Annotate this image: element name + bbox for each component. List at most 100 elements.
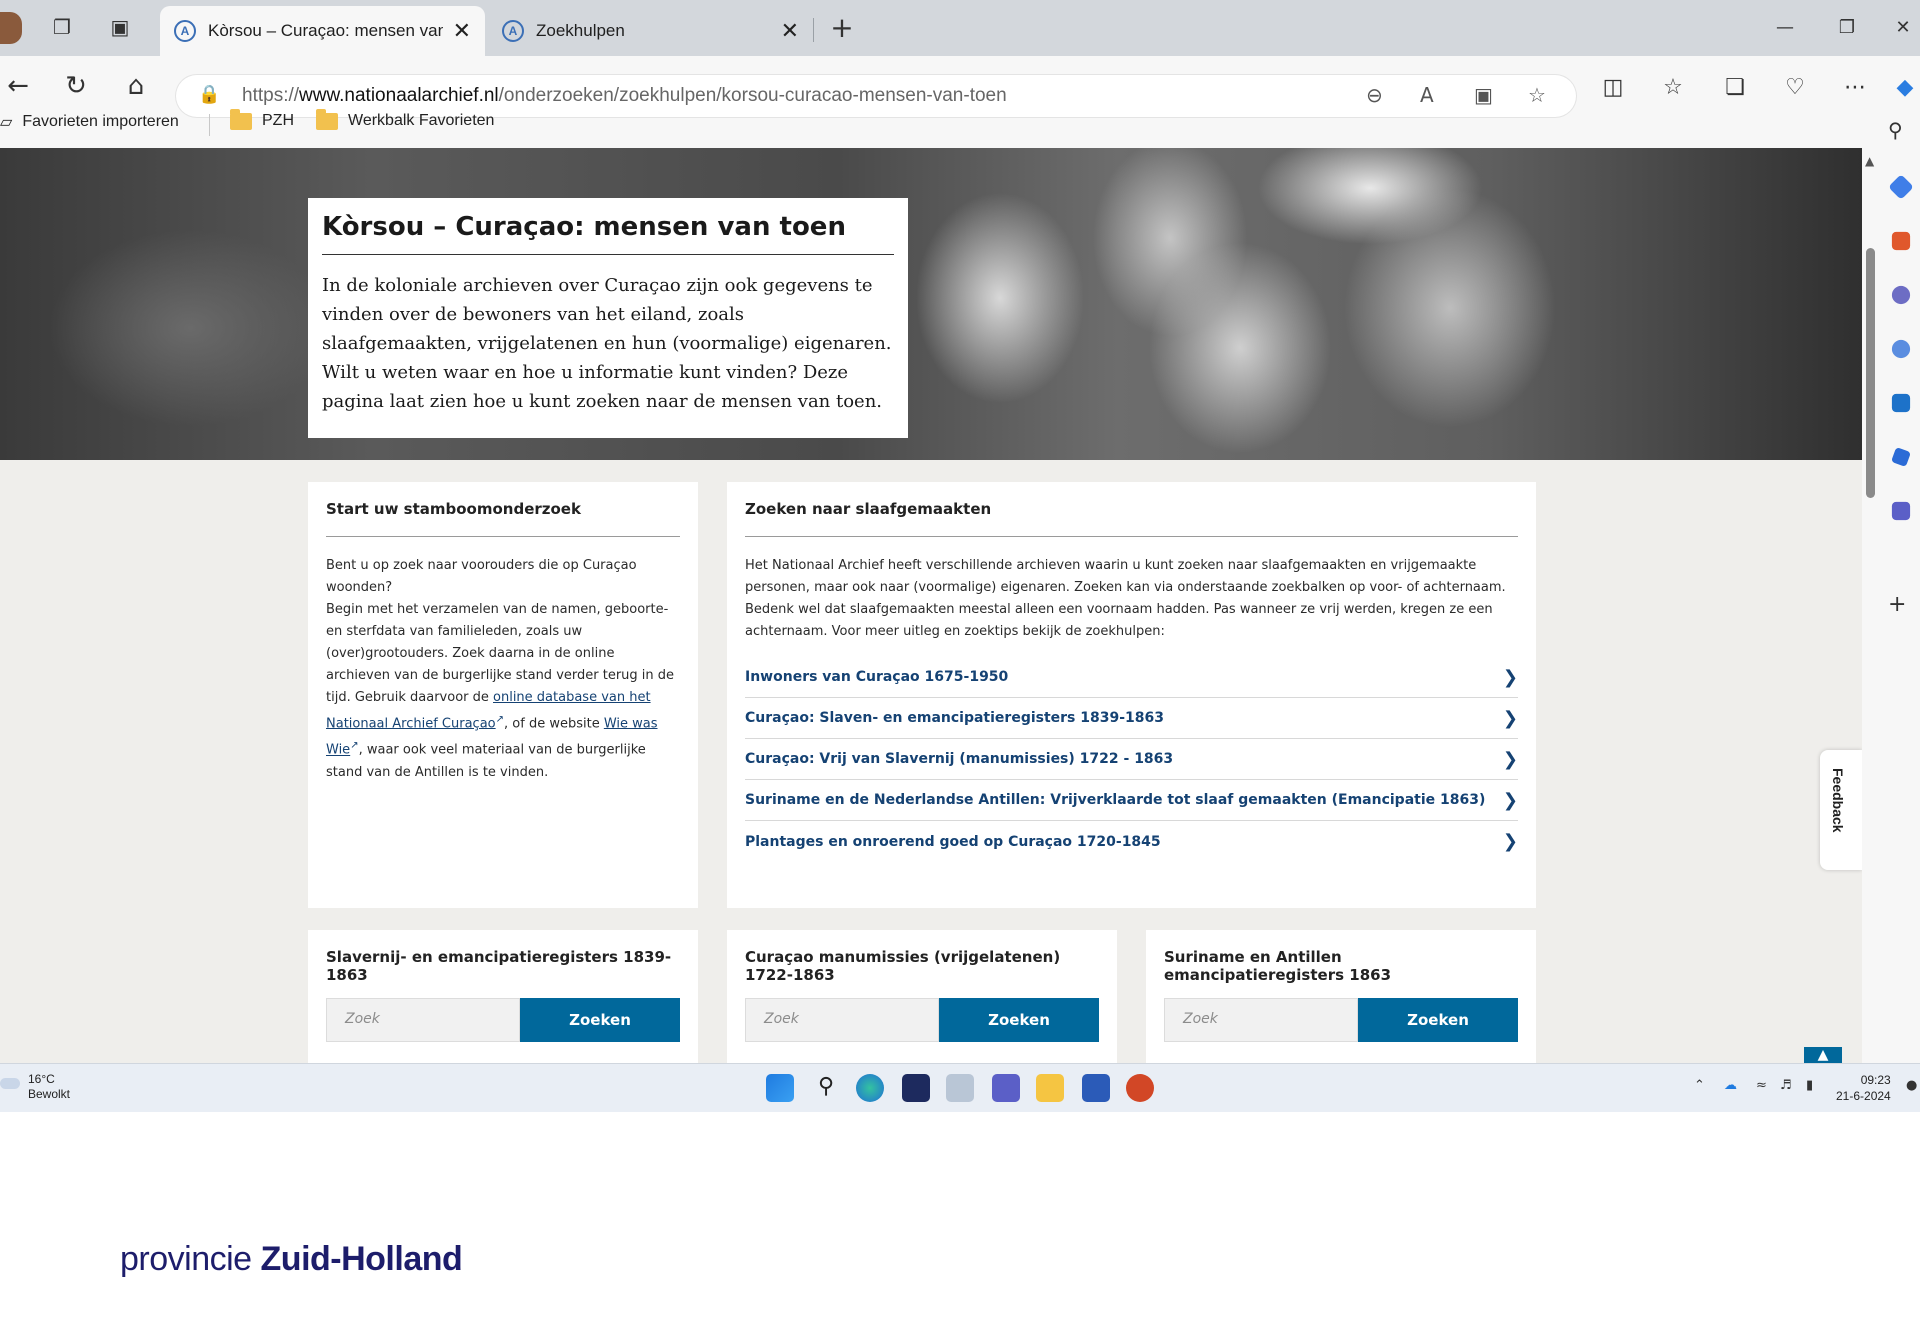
stamboom-card: Start uw stamboomonderzoek Bent u op zoe…: [308, 482, 698, 908]
search-heading: Curaçao manumissies (vrijgelatenen) 1722…: [745, 948, 1061, 984]
search-button[interactable]: Zoeken: [520, 998, 680, 1042]
send-icon[interactable]: [1891, 447, 1911, 467]
back-icon[interactable]: ←: [0, 68, 36, 104]
app-icon[interactable]: [902, 1074, 930, 1102]
chevron-right-icon: ❯: [1502, 831, 1518, 852]
photos-icon[interactable]: [946, 1074, 974, 1102]
zoekhulp-link-label: Curaçao: Slaven- en emancipatieregisters…: [745, 710, 1165, 726]
collections-icon[interactable]: ❏: [1718, 75, 1752, 100]
slaafgemaakten-heading: Zoeken naar slaafgemaakten: [745, 482, 1518, 537]
teams-icon[interactable]: [992, 1074, 1020, 1102]
close-tab-icon[interactable]: ✕: [453, 18, 471, 44]
tab-title: Kòrsou – Curaçao: mensen van to: [208, 21, 443, 40]
tab-title: Zoekhulpen: [536, 21, 625, 40]
favorites-divider: [209, 114, 210, 136]
import-icon: ▱: [0, 114, 13, 131]
lock-icon[interactable]: 🔒: [198, 84, 220, 105]
tab-strip: ❐ ▣ A Kòrsou – Curaçao: mensen van to ✕ …: [0, 0, 1920, 56]
copilot-sidebar-icon[interactable]: [1891, 339, 1911, 359]
search-card-suriname: Suriname en Antillen emancipatieregister…: [1146, 930, 1536, 1064]
nationaal-archief-favicon: A: [502, 20, 524, 42]
chevron-right-icon: ❯: [1502, 666, 1518, 688]
onedrive-icon[interactable]: ☁: [1724, 1078, 1737, 1093]
zoekhulp-link[interactable]: Plantages en onroerend goed op Curaçao 1…: [745, 821, 1518, 862]
close-tab-icon[interactable]: ✕: [781, 18, 799, 44]
zoekhulp-link[interactable]: Curaçao: Vrij van Slavernij (manumissies…: [745, 739, 1518, 780]
word-icon[interactable]: [1082, 1074, 1110, 1102]
tab-zoekhulpen[interactable]: A Zoekhulpen ✕: [488, 6, 813, 56]
stamboom-text-1: Bent u op zoek naar voorouders die op Cu…: [326, 558, 637, 595]
tools-icon[interactable]: [1891, 231, 1911, 251]
search-input[interactable]: Zoek: [1164, 998, 1358, 1042]
teams-icon[interactable]: [1891, 501, 1911, 521]
copilot-icon[interactable]: ◆: [1888, 75, 1920, 100]
page-title: Kòrsou – Curaçao: mensen van toen: [322, 212, 894, 255]
favorites-import[interactable]: ▱ Favorieten importeren: [0, 112, 179, 132]
refresh-icon[interactable]: ↻: [58, 68, 94, 104]
restore-icon[interactable]: ❐: [1824, 10, 1870, 44]
windows-taskbar: 16°C Bewolkt ⚲ ⌃ ☁ ≈ ♬ ▮ 09:23 21-6-2024 …: [0, 1063, 1920, 1112]
tab-actions-icon[interactable]: ▣: [106, 13, 134, 41]
volume-icon[interactable]: ♬: [1780, 1078, 1792, 1093]
stamboom-text-3: , of de website: [504, 716, 604, 732]
search-icon[interactable]: ⚲: [1888, 118, 1914, 144]
search-button[interactable]: Zoeken: [1358, 998, 1518, 1042]
zoekhulp-link[interactable]: Inwoners van Curaçao 1675-1950 ❯: [745, 657, 1518, 698]
stamboom-heading: Start uw stamboomonderzoek: [326, 482, 680, 537]
favorite-label: Werkbalk Favorieten: [348, 112, 495, 129]
temperature: 16°C: [28, 1072, 55, 1086]
battery-icon[interactable]: ▮: [1806, 1078, 1813, 1093]
new-tab-icon[interactable]: +: [828, 11, 856, 44]
scroll-thumb[interactable]: [1866, 248, 1875, 498]
search-button[interactable]: Zoeken: [939, 998, 1099, 1042]
clock[interactable]: 09:23 21-6-2024: [1836, 1072, 1891, 1104]
page-scrollbar[interactable]: ▲: [1862, 148, 1880, 1064]
file-explorer-icon[interactable]: [1036, 1074, 1064, 1102]
favorite-folder-pzh[interactable]: PZH: [230, 108, 294, 130]
favorites-icon[interactable]: ☆: [1656, 75, 1690, 100]
favorites-bar: ▱ Favorieten importeren PZH Werkbalk Fav…: [0, 104, 1900, 144]
notification-bell-icon[interactable]: ●: [1906, 1078, 1917, 1093]
zoekhulp-link[interactable]: Suriname en de Nederlandse Antillen: Vri…: [745, 780, 1518, 821]
cloud-icon: [0, 1078, 20, 1089]
add-icon[interactable]: +: [1888, 592, 1914, 618]
close-window-icon[interactable]: ✕: [1880, 10, 1920, 44]
outlook-icon[interactable]: [1891, 393, 1911, 413]
search-card-manumissies: Curaçao manumissies (vrijgelatenen) 1722…: [727, 930, 1117, 1064]
browser-essentials-icon[interactable]: ♡: [1778, 75, 1812, 100]
search-input[interactable]: Zoek: [326, 998, 520, 1042]
zoekhulp-link-label: Curaçao: Vrij van Slavernij (manumissies…: [745, 751, 1174, 767]
scroll-up-icon[interactable]: ▲: [1865, 154, 1874, 168]
search-input[interactable]: Zoek: [745, 998, 939, 1042]
favorite-label: PZH: [262, 112, 294, 129]
folder-icon: [316, 108, 338, 130]
search-form: Zoek Zoeken: [326, 998, 680, 1042]
chevron-up-icon[interactable]: ⌃: [1694, 1078, 1705, 1093]
hero-photo: Kòrsou – Curaçao: mensen van toen In de …: [0, 148, 1862, 460]
tag-icon[interactable]: [1888, 174, 1914, 200]
tab-korsou[interactable]: A Kòrsou – Curaçao: mensen van to ✕: [160, 6, 485, 56]
wifi-icon[interactable]: ≈: [1756, 1078, 1767, 1093]
home-icon[interactable]: ⌂: [118, 68, 154, 104]
clock-time: 09:23: [1860, 1073, 1891, 1087]
profile-avatar[interactable]: [0, 12, 22, 44]
edge-icon[interactable]: [856, 1074, 884, 1102]
minimize-icon[interactable]: —: [1762, 10, 1808, 44]
people-icon[interactable]: [1891, 285, 1911, 305]
workspaces-icon[interactable]: ❐: [48, 13, 76, 41]
feedback-tab[interactable]: Feedback: [1820, 750, 1862, 870]
slaafgemaakten-text: Het Nationaal Archief heeft verschillend…: [745, 558, 1506, 639]
page-intro: In de koloniale archieven over Curaçao z…: [322, 275, 892, 412]
folder-icon: [230, 108, 252, 130]
windows-start-icon[interactable]: [766, 1074, 794, 1102]
favorite-folder-werkbalk[interactable]: Werkbalk Favorieten: [316, 108, 495, 130]
search-heading: Slavernij- en emancipatieregisters 1839-…: [326, 948, 672, 984]
search-icon[interactable]: ⚲: [812, 1074, 840, 1102]
split-screen-icon[interactable]: ◫: [1596, 75, 1630, 100]
search-form: Zoek Zoeken: [1164, 998, 1518, 1042]
external-link-icon: ↗: [495, 714, 505, 725]
more-menu-icon[interactable]: ⋯: [1838, 75, 1872, 100]
powerpoint-icon[interactable]: [1126, 1074, 1154, 1102]
zoekhulp-link[interactable]: Curaçao: Slaven- en emancipatieregisters…: [745, 698, 1518, 739]
logo-text-light: provincie: [120, 1240, 252, 1278]
